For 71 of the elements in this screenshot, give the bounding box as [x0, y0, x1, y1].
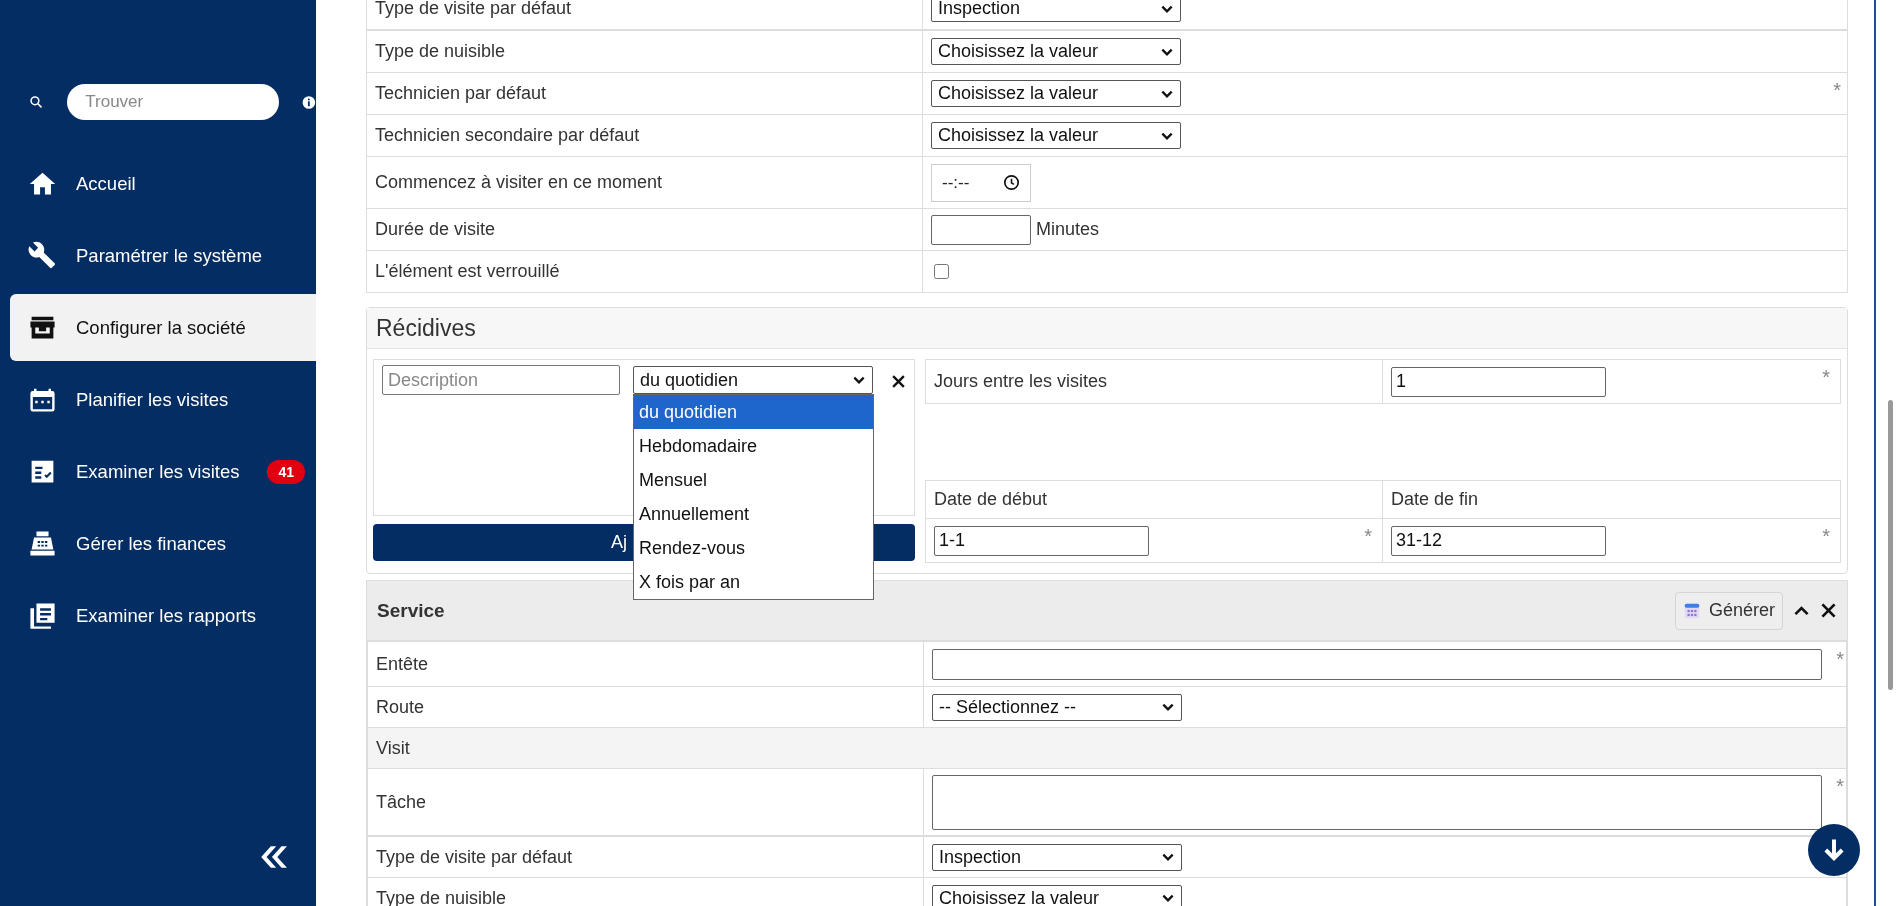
dropdown[interactable]: Choisissez la valeur	[931, 80, 1181, 107]
column-header: Date de fin	[1383, 481, 1840, 519]
nav-label: Accueil	[76, 172, 136, 195]
field-label: Commencez à visiter en ce moment	[367, 157, 923, 208]
nav-label: Planifier les visites	[76, 388, 229, 411]
required-asterisk: *	[1833, 79, 1841, 102]
field-label: L'élément est verrouillé	[367, 251, 923, 292]
dropdown-option[interactable]: Hebdomadaire	[634, 429, 873, 463]
field-label: Durée de visite	[367, 209, 923, 250]
generate-button[interactable]: Générer	[1674, 591, 1783, 630]
documents-icon	[28, 601, 57, 630]
time-field[interactable]: --:--	[931, 163, 1031, 202]
field-label: Type de nuisible	[367, 31, 923, 72]
dropdown[interactable]: Choisissez la valeur	[931, 122, 1181, 149]
nav-item[interactable]: Examiner les rapports	[10, 582, 316, 649]
scrollbar-thumb[interactable]	[1888, 400, 1893, 690]
required-asterisk: *	[1364, 525, 1372, 548]
close-icon	[891, 374, 906, 389]
field-label: Technicien secondaire par défaut	[367, 115, 923, 156]
unit-label: Minutes	[1036, 219, 1100, 240]
text-field[interactable]	[932, 648, 1822, 680]
dropdown-option[interactable]: du quotidien	[634, 395, 873, 429]
nav-item[interactable]: Planifier les visites	[10, 366, 316, 433]
nav-label: Paramétrer le système	[76, 244, 263, 267]
required-asterisk: *	[1836, 648, 1844, 671]
dropdown[interactable]: Inspection	[931, 0, 1181, 22]
section-label: Visit	[368, 728, 1846, 768]
panel-title: Service	[377, 599, 445, 622]
checkbox[interactable]	[934, 264, 949, 279]
count-badge: 41	[267, 459, 306, 484]
dropdown[interactable]: Choisissez la valeur	[931, 38, 1181, 65]
required-asterisk: *	[1822, 366, 1830, 389]
field-label: Tâche	[368, 769, 924, 835]
dropdown-option[interactable]: Mensuel	[634, 463, 873, 497]
nav-label: Examiner les visites	[76, 460, 240, 483]
field-label: Route	[368, 687, 924, 727]
description-field[interactable]: Description	[382, 365, 620, 395]
dropdown[interactable]: Choisissez la valeur	[932, 884, 1182, 906]
cash-register-icon	[28, 529, 57, 558]
field-label: Jours entre les visites	[926, 360, 1383, 403]
required-asterisk: *	[1836, 775, 1844, 798]
field-label: Technicien par défaut	[367, 73, 923, 114]
text-field[interactable]: 1	[1391, 366, 1606, 397]
field-label: Type de visite par défaut	[368, 837, 924, 877]
nav-item[interactable]: Paramétrer le système	[10, 222, 316, 289]
field-label: Type de visite par défaut	[367, 0, 923, 29]
nav-label: Gérer les finances	[76, 532, 227, 555]
close-icon[interactable]	[1820, 602, 1837, 619]
text-field[interactable]: 1-1	[934, 525, 1149, 556]
text-field[interactable]: 31-12	[1391, 525, 1606, 556]
dropdown-option[interactable]: X fois par an	[634, 565, 873, 599]
dropdown[interactable]: Inspection	[932, 843, 1182, 871]
dropdown[interactable]: -- Sélectionnez --	[932, 693, 1182, 721]
field-label: Entête	[368, 642, 924, 686]
calendar-icon	[1682, 601, 1701, 620]
frequency-dropdown[interactable]: du quotidien	[633, 366, 873, 394]
nav-item[interactable]: Accueil	[10, 150, 316, 217]
nav-label: Configurer la société	[76, 316, 246, 339]
required-asterisk: *	[1822, 525, 1830, 548]
number-field[interactable]	[931, 214, 1031, 245]
search-field[interactable]: Trouver	[67, 84, 280, 120]
column-header: Date de début	[926, 481, 1383, 519]
clock-icon	[1003, 174, 1020, 191]
scroll-down-button[interactable]	[1808, 824, 1860, 876]
nav-item[interactable]: Gérer les finances	[10, 510, 316, 577]
nav-item[interactable]: Configurer la société	[10, 294, 316, 361]
wrench-icon	[28, 241, 57, 270]
nav-label: Examiner les rapports	[76, 604, 256, 627]
text-area[interactable]	[932, 774, 1822, 830]
panel-title: Récidives	[367, 308, 1847, 349]
nav-item[interactable]: Examiner les visites 41	[10, 438, 316, 505]
